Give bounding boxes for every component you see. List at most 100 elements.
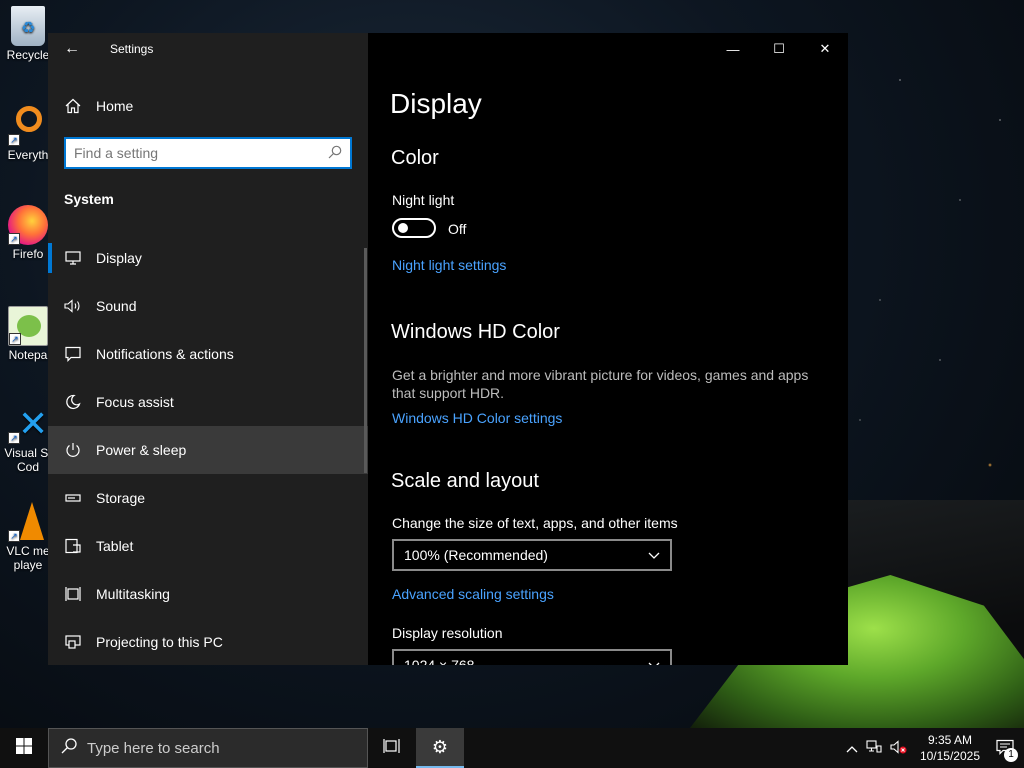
taskbar-app-settings[interactable]: ⚙ [416,728,464,768]
nav-item-display[interactable]: Display [48,234,368,282]
taskbar-search-placeholder: Type here to search [87,739,220,757]
shortcut-arrow-icon: ↗ [8,432,20,444]
page-title: Display [390,88,482,119]
section-heading-hd-color: Windows HD Color [391,321,560,343]
search-icon [61,737,77,759]
network-icon[interactable] [862,739,886,757]
section-heading-system: System [64,191,114,207]
night-light-toggle[interactable] [392,218,436,238]
advanced-scaling-link[interactable]: Advanced scaling settings [392,586,554,602]
window-controls: — ☐ ✕ [710,33,848,65]
maximize-button[interactable]: ☐ [756,33,802,65]
action-center-button[interactable]: 1 [988,739,1024,762]
nav-item-focus-assist[interactable]: Focus assist [48,378,368,426]
nav-item-projecting[interactable]: Projecting to this PC [48,618,368,666]
nav-item-storage[interactable]: Storage [48,474,368,522]
home-icon [64,98,82,114]
moon-icon [64,394,82,410]
multitasking-icon [64,586,82,602]
clock-time: 9:35 AM [927,733,972,747]
tray-chevron-up-icon[interactable] [842,741,862,756]
hd-color-settings-link[interactable]: Windows HD Color settings [392,410,562,426]
nav-item-label: Display [96,250,142,266]
nav-item-label: Tablet [96,538,134,554]
nav-item-multitasking[interactable]: Multitasking [48,570,368,618]
notepad-plus-plus-icon: ↗ [8,306,48,346]
scale-dropdown[interactable]: 100% (Recommended) [392,539,672,571]
title-bar: ← Settings [48,33,368,65]
taskbar: Type here to search ⚙ 9:35 AM 10/15/2025… [0,728,1024,768]
projecting-icon [64,635,82,649]
settings-window: ← Settings Home System Display [48,33,848,665]
back-button[interactable]: ← [48,33,96,65]
notification-icon [64,346,82,362]
taskbar-search-box[interactable]: Type here to search [48,728,368,768]
shortcut-arrow-icon: ↗ [8,233,20,245]
nav-home-label: Home [96,98,134,114]
shortcut-arrow-icon: ↗ [9,333,21,345]
nav-item-power-sleep[interactable]: Power & sleep [48,426,368,474]
vscode-icon: ✕ ↗ [8,404,48,444]
nav-item-label: Sound [96,298,137,314]
maximize-icon: ☐ [773,41,785,56]
nav-item-label: Power & sleep [96,442,187,458]
settings-content-pane: — ☐ ✕ Display Color Night light Off Nigh… [368,33,848,665]
minimize-icon: — [726,41,740,57]
close-icon: ✕ [819,41,831,56]
nav-item-label: Notifications & actions [96,346,234,362]
settings-search-box[interactable] [64,137,352,169]
everything-search-icon: ↗ [8,106,48,146]
toggle-knob [398,223,408,233]
section-heading-color: Color [391,147,439,169]
taskbar-clock[interactable]: 9:35 AM 10/15/2025 [912,732,988,764]
night-light-state: Off [448,221,467,237]
nav-item-sound[interactable]: Sound [48,282,368,330]
resolution-dropdown[interactable]: 1024 × 768 [392,649,672,665]
scale-dropdown-value: 100% (Recommended) [404,547,548,563]
gear-icon: ⚙ [431,736,449,757]
system-tray: 9:35 AM 10/15/2025 1 [842,728,1024,768]
search-icon [328,145,342,162]
nav-item-label: Multitasking [96,586,170,602]
resolution-label: Display resolution [392,625,503,641]
clock-date: 10/15/2025 [919,749,980,763]
recycle-bin-icon: ♻ [11,6,45,46]
sidebar-scrollbar[interactable] [364,248,367,473]
nav-item-tablet[interactable]: Tablet [48,522,368,570]
night-light-label: Night light [392,192,455,208]
nav-item-label: Storage [96,490,146,506]
settings-nav: Display Sound Notifications & actions Fo… [48,234,368,666]
close-button[interactable]: ✕ [802,33,848,65]
shortcut-arrow-icon: ↗ [8,134,20,146]
windows-logo-icon [16,737,32,759]
nav-item-label: Projecting to this PC [96,634,223,650]
settings-sidebar: ← Settings Home System Display [48,33,368,665]
night-light-settings-link[interactable]: Night light settings [392,257,506,273]
tablet-icon [64,538,82,554]
storage-icon [64,493,82,503]
section-heading-scale-layout: Scale and layout [391,470,539,492]
task-view-button[interactable] [368,728,416,768]
speaker-icon [64,299,82,313]
scale-size-label: Change the size of text, apps, and other… [392,515,678,531]
start-button[interactable] [0,728,48,768]
vlc-icon: ↗ [8,502,48,542]
nav-item-notifications[interactable]: Notifications & actions [48,330,368,378]
monitor-icon [64,251,82,265]
chevron-down-icon [648,547,660,563]
minimize-button[interactable]: — [710,33,756,65]
task-view-icon [383,738,401,759]
firefox-icon: ↗ [8,205,48,245]
nav-item-label: Focus assist [96,394,174,410]
settings-search-input[interactable] [74,145,328,161]
resolution-dropdown-value: 1024 × 768 [404,657,475,665]
volume-muted-icon[interactable] [886,739,912,757]
window-title: Settings [110,42,154,56]
notification-count-badge: 1 [1004,747,1018,762]
hd-color-description: Get a brighter and more vibrant picture … [392,367,809,401]
nav-home[interactable]: Home [48,88,368,124]
power-icon [64,442,82,458]
back-arrow-icon: ← [64,40,80,57]
chevron-down-icon [648,657,660,665]
shortcut-arrow-icon: ↗ [8,530,20,542]
